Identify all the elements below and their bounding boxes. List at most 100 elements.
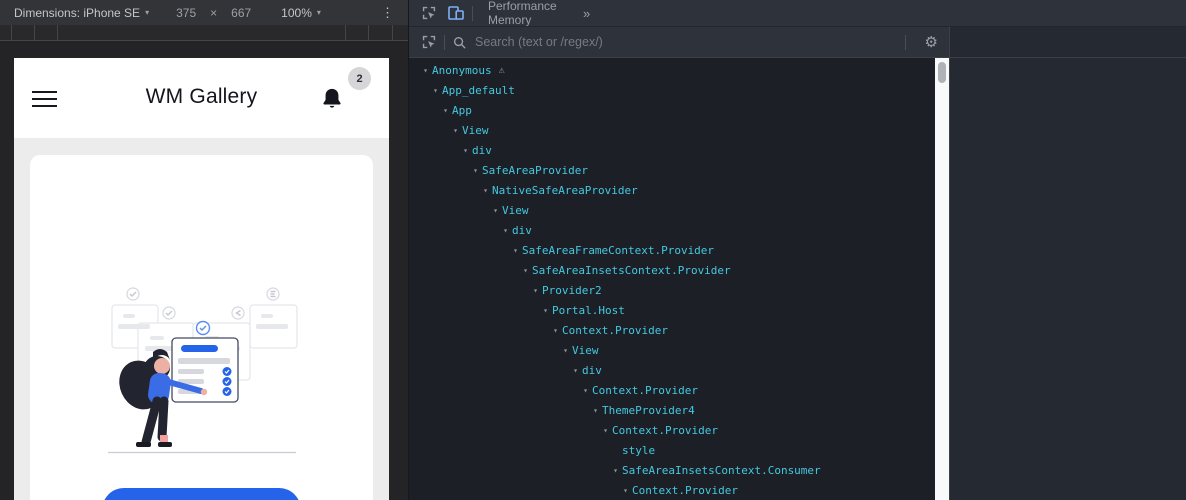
- gear-icon[interactable]: ⚙: [925, 33, 938, 51]
- tree-node[interactable]: ▾ Context.Provider: [409, 420, 935, 440]
- tree-node[interactable]: ▾ SafeAreaProvider: [409, 160, 935, 180]
- component-name: NativeSafeAreaProvider: [492, 184, 638, 197]
- zoom-level-select[interactable]: 100%: [281, 6, 312, 20]
- expand-arrow-icon[interactable]: ▾: [599, 426, 612, 435]
- component-name: SafeAreaProvider: [482, 164, 588, 177]
- tree-node[interactable]: ▾ Portal.Host: [409, 300, 935, 320]
- props-panel-header: [949, 26, 1186, 58]
- devtools-tabbar: Elements Console: [409, 0, 1186, 26]
- expand-arrow-icon[interactable]: ▾: [449, 126, 462, 135]
- screenshot-root: Dimensions: iPhone SE ▾ 375 × 667 100% ▾…: [0, 0, 1186, 500]
- component-name: Anonymous: [432, 64, 492, 77]
- expand-arrow-icon[interactable]: ▾: [619, 486, 632, 495]
- expand-arrow-icon[interactable]: ▾: [569, 366, 582, 375]
- select-component-icon[interactable]: [422, 35, 436, 49]
- app-header: WM Gallery 2: [14, 58, 389, 138]
- tree-node[interactable]: ▾ div: [409, 220, 935, 240]
- notification-bell-icon[interactable]: [321, 87, 343, 116]
- tree-node[interactable]: ▾ Provider2: [409, 280, 935, 300]
- tree-node[interactable]: ▾ View: [409, 120, 935, 140]
- tree-node[interactable]: ▾ View: [409, 340, 935, 360]
- welcome-card: [30, 155, 373, 500]
- expand-arrow-icon[interactable]: ▾: [539, 306, 552, 315]
- chevron-down-icon: ▾: [145, 8, 149, 17]
- component-name: Context.Provider: [592, 384, 698, 397]
- expand-arrow-icon[interactable]: ▾: [459, 146, 472, 155]
- components-search-bar: Search (text or /regex/) ⚙: [409, 26, 949, 58]
- tree-node[interactable]: ▾ App_default: [409, 80, 935, 100]
- device-ruler-strip: [0, 25, 408, 41]
- props-panel: [949, 58, 1186, 500]
- expand-arrow-icon[interactable]: ▾: [439, 106, 452, 115]
- component-name: div: [582, 364, 602, 377]
- component-name: Provider2: [542, 284, 602, 297]
- component-name: App_default: [442, 84, 515, 97]
- device-toolbar: Dimensions: iPhone SE ▾ 375 × 667 100% ▾…: [0, 0, 408, 25]
- component-tree: ▾ Anonymous ⚠ ▾ App_default ▾ App ▾ View…: [409, 58, 935, 500]
- divider: [472, 6, 473, 21]
- search-icon: [453, 36, 466, 49]
- tree-node[interactable]: ▾ View: [409, 200, 935, 220]
- more-tabs-icon[interactable]: »: [583, 6, 590, 21]
- tree-node[interactable]: ▾ div: [409, 360, 935, 380]
- component-name: Portal.Host: [552, 304, 625, 317]
- tree-node[interactable]: ▾ Context.Provider: [409, 380, 935, 400]
- toggle-device-toolbar-icon[interactable]: [448, 6, 464, 20]
- search-input[interactable]: Search (text or /regex/): [475, 35, 897, 49]
- expand-arrow-icon[interactable]: ▾: [609, 466, 622, 475]
- inspect-element-icon[interactable]: [422, 6, 436, 20]
- tree-node[interactable]: ▾ Context.Provider: [409, 320, 935, 340]
- tree-node[interactable]: ▾ Context.Provider: [409, 480, 935, 500]
- primary-action-button[interactable]: [102, 488, 301, 500]
- scrollbar-thumb[interactable]: [938, 62, 946, 83]
- expand-arrow-icon[interactable]: ▾: [419, 66, 432, 75]
- expand-arrow-icon[interactable]: ▾: [589, 406, 602, 415]
- expand-arrow-icon[interactable]: ▾: [429, 86, 442, 95]
- component-name: SafeAreaInsetsContext.Consumer: [622, 464, 821, 477]
- device-viewport: WM Gallery 2: [14, 58, 389, 500]
- expand-arrow-icon[interactable]: ▾: [489, 206, 502, 215]
- expand-arrow-icon[interactable]: ▾: [499, 226, 512, 235]
- component-name: Context.Provider: [562, 324, 668, 337]
- onboarding-illustration: [103, 285, 303, 461]
- expand-arrow-icon[interactable]: ▾: [579, 386, 592, 395]
- tree-node[interactable]: style: [409, 440, 935, 460]
- tree-node[interactable]: ▾ SafeAreaFrameContext.Provider: [409, 240, 935, 260]
- devtools-panel: Elements Console: [408, 0, 1186, 500]
- tree-node[interactable]: ▾ NativeSafeAreaProvider: [409, 180, 935, 200]
- component-name: Context.Provider: [612, 424, 718, 437]
- tree-node[interactable]: ▾ div: [409, 140, 935, 160]
- tree-node[interactable]: ▾ Anonymous ⚠: [409, 60, 935, 80]
- expand-arrow-icon[interactable]: ▾: [529, 286, 542, 295]
- component-name: Context.Provider: [632, 484, 738, 497]
- device-width-input[interactable]: 375: [176, 6, 196, 20]
- tree-scrollbar[interactable]: [935, 58, 949, 500]
- expand-arrow-icon[interactable]: ▾: [479, 186, 492, 195]
- expand-arrow-icon[interactable]: ▾: [509, 246, 522, 255]
- component-name: div: [512, 224, 532, 237]
- devtools-tab-performance[interactable]: Performance: [481, 0, 582, 13]
- expand-arrow-icon[interactable]: ▾: [469, 166, 482, 175]
- tree-node[interactable]: ▾ ThemeProvider4: [409, 400, 935, 420]
- emulation-stage: WM Gallery 2: [0, 41, 408, 500]
- device-height-input[interactable]: 667: [231, 6, 251, 20]
- multiply-sign: ×: [210, 6, 217, 20]
- kebab-menu-icon[interactable]: ⋮: [381, 5, 394, 21]
- expand-arrow-icon[interactable]: ▾: [519, 266, 532, 275]
- notification-count-badge: 2: [348, 67, 371, 90]
- device-type-select[interactable]: Dimensions: iPhone SE: [14, 6, 140, 20]
- tree-node[interactable]: ▾ SafeAreaInsetsContext.Provider: [409, 260, 935, 280]
- expand-arrow-icon[interactable]: ▾: [559, 346, 572, 355]
- component-name: SafeAreaFrameContext.Provider: [522, 244, 714, 257]
- expand-arrow-icon[interactable]: ▾: [549, 326, 562, 335]
- component-name: View: [502, 204, 529, 217]
- component-name: SafeAreaInsetsContext.Provider: [532, 264, 731, 277]
- divider: [444, 35, 445, 50]
- component-name: App: [452, 104, 472, 117]
- tree-node[interactable]: ▾ SafeAreaInsetsContext.Consumer: [409, 460, 935, 480]
- devtools-tab-memory[interactable]: Memory: [481, 13, 582, 26]
- tree-node[interactable]: ▾ App: [409, 100, 935, 120]
- component-name: style: [622, 444, 655, 457]
- component-name: View: [572, 344, 599, 357]
- app-body: [14, 138, 389, 500]
